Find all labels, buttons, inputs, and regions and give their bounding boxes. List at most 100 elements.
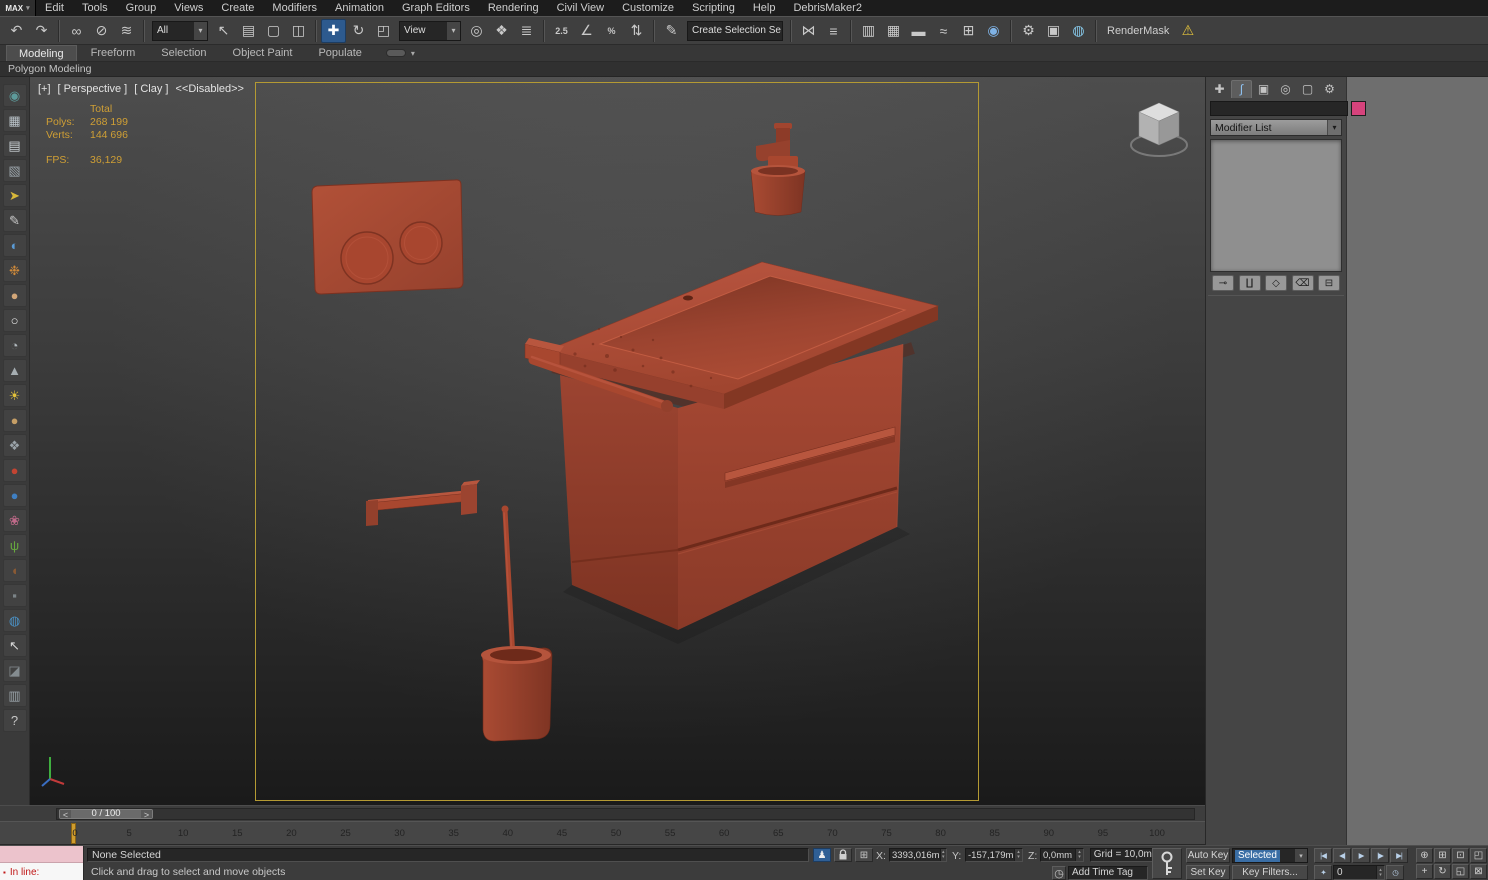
frame-spinner[interactable]: ▴ ▾ bbox=[1376, 866, 1384, 879]
rendered-frame-window-button[interactable]: ▣ bbox=[1041, 19, 1066, 43]
track-bar[interactable]: 0510152025303540455055606570758085909510… bbox=[0, 821, 1205, 845]
reference-coordinate-dropdown[interactable]: View▾ bbox=[399, 21, 461, 41]
tool-flower[interactable]: ❀ bbox=[3, 509, 27, 532]
zoom-button[interactable]: ⊕ bbox=[1416, 848, 1433, 863]
tab-utilities[interactable]: ⚙ bbox=[1319, 80, 1340, 98]
tool-dark-box[interactable]: ▪ bbox=[3, 584, 27, 607]
select-and-link-button[interactable]: ∞ bbox=[64, 19, 89, 43]
object-color-swatch[interactable] bbox=[1351, 101, 1366, 116]
zoom-all-button[interactable]: ⊞ bbox=[1434, 848, 1451, 863]
tool-cursor[interactable]: ↖ bbox=[3, 634, 27, 657]
play-button[interactable]: ▶ bbox=[1352, 848, 1370, 863]
curve-editor-button[interactable]: ≈ bbox=[931, 19, 956, 43]
toggle-ribbon-button[interactable]: ▬ bbox=[906, 19, 931, 43]
menu-item-customize[interactable]: Customize bbox=[613, 0, 683, 16]
menu-item-edit[interactable]: Edit bbox=[36, 0, 73, 16]
tool-water[interactable]: ◍ bbox=[3, 609, 27, 632]
select-by-name-button[interactable]: ▤ bbox=[236, 19, 261, 43]
angle-snap-button[interactable]: ∠ bbox=[574, 19, 599, 43]
schematic-view-button[interactable]: ⊞ bbox=[956, 19, 981, 43]
tool-clay-ball[interactable]: ● bbox=[3, 284, 27, 307]
transform-gizmo-toggle-button[interactable]: ⊞ bbox=[855, 848, 873, 862]
time-configuration-button[interactable]: ◷ bbox=[1386, 865, 1404, 880]
listener-line[interactable]: ▪ In line: bbox=[0, 863, 83, 880]
menu-item-graph-editors[interactable]: Graph Editors bbox=[393, 0, 479, 16]
tool-red-ball[interactable]: ● bbox=[3, 459, 27, 482]
tool-layers[interactable]: ▧ bbox=[3, 159, 27, 182]
maximize-viewport-button[interactable]: ⊠ bbox=[1470, 864, 1487, 879]
time-tag-clock-icon[interactable]: ◷ bbox=[1052, 866, 1066, 880]
tool-key[interactable]: ➤ bbox=[3, 184, 27, 207]
make-unique-button[interactable]: ◇ bbox=[1265, 275, 1287, 291]
z-coordinate-field[interactable]: 0,0mm ▴ ▾ bbox=[1040, 848, 1084, 862]
material-editor-button[interactable]: ◉ bbox=[981, 19, 1006, 43]
align-button[interactable]: ≡ bbox=[821, 19, 846, 43]
reference-coordinate-dropdown-arrow-icon[interactable]: ▾ bbox=[447, 22, 460, 40]
menu-item-scripting[interactable]: Scripting bbox=[683, 0, 744, 16]
x-spinner[interactable]: ▴ ▾ bbox=[940, 849, 946, 861]
tool-help[interactable]: ? bbox=[3, 709, 27, 732]
tab-modify[interactable]: ∫ bbox=[1231, 80, 1252, 98]
menu-item-views[interactable]: Views bbox=[165, 0, 212, 16]
toilet-brush-object[interactable] bbox=[481, 506, 552, 742]
unlink-selection-button[interactable]: ⊘ bbox=[89, 19, 114, 43]
selection-filter-dropdown[interactable]: All▾ bbox=[152, 21, 208, 41]
key-mode-toggle-button[interactable]: ✦ bbox=[1314, 865, 1332, 880]
menu-item-group[interactable]: Group bbox=[117, 0, 166, 16]
application-menu-button[interactable]: MAX ▾ bbox=[0, 0, 36, 16]
menu-item-create[interactable]: Create bbox=[212, 0, 263, 16]
x-coordinate-field[interactable]: 3393,016m ▴ ▾ bbox=[889, 848, 947, 862]
viewport-menu-view[interactable]: [ Perspective ] bbox=[58, 83, 128, 95]
tool-tan-ball[interactable]: ● bbox=[3, 409, 27, 432]
spinner-snap-button[interactable]: ⇅ bbox=[624, 19, 649, 43]
auto-key-button[interactable]: Auto Key bbox=[1186, 848, 1230, 863]
render-setup-button[interactable]: ⚙ bbox=[1016, 19, 1041, 43]
zoom-extents-button[interactable]: ⊡ bbox=[1452, 848, 1469, 863]
previous-key-arrow[interactable]: < bbox=[60, 810, 71, 818]
set-keys-button[interactable] bbox=[1152, 848, 1182, 879]
tool-shadow-box[interactable]: ◪ bbox=[3, 659, 27, 682]
selection-lock-button[interactable] bbox=[834, 848, 852, 862]
y-coordinate-field[interactable]: -157,179m ▴ ▾ bbox=[965, 848, 1023, 862]
selection-status-field[interactable]: None Selected bbox=[87, 848, 809, 862]
time-slider-track[interactable]: < 0 / 100 > bbox=[56, 808, 1195, 820]
menu-item-rendering[interactable]: Rendering bbox=[479, 0, 548, 16]
tool-lattice[interactable]: ❖ bbox=[3, 434, 27, 457]
menu-item-help[interactable]: Help bbox=[744, 0, 785, 16]
remove-modifier-button[interactable]: ⌫ bbox=[1292, 275, 1314, 291]
viewport-3d-scene[interactable] bbox=[255, 82, 979, 801]
modifier-list-dropdown[interactable]: Modifier List ▾ bbox=[1210, 119, 1342, 136]
next-key-arrow[interactable]: > bbox=[141, 810, 152, 818]
tool-blue-ball[interactable]: ● bbox=[3, 484, 27, 507]
select-and-scale-button[interactable]: ◰ bbox=[371, 19, 396, 43]
menu-item-modifiers[interactable]: Modifiers bbox=[263, 0, 326, 16]
ribbon-tab-selection[interactable]: Selection bbox=[149, 45, 218, 61]
tool-panel[interactable]: ▦ bbox=[3, 109, 27, 132]
tool-sphere-blue[interactable]: ◐ bbox=[3, 234, 27, 257]
tool-grass[interactable]: ψ bbox=[3, 534, 27, 557]
ribbon-tab-populate[interactable]: Populate bbox=[306, 45, 373, 61]
render-production-button[interactable]: ◍ bbox=[1066, 19, 1091, 43]
tool-wood[interactable]: ◖ bbox=[3, 559, 27, 582]
undo-button[interactable]: ↶ bbox=[4, 19, 29, 43]
macro-recorder-line[interactable] bbox=[0, 846, 83, 863]
perspective-viewport[interactable]: [+] [ Perspective ] [ Clay ] <<Disabled>… bbox=[30, 77, 1205, 805]
select-and-move-button[interactable]: ✚ bbox=[321, 19, 346, 43]
tool-sphere-gray[interactable]: ◔ bbox=[3, 334, 27, 357]
current-frame-field[interactable]: 0 ▴ ▾ bbox=[1333, 865, 1385, 880]
object-name-input[interactable] bbox=[1210, 101, 1348, 116]
menu-item-debrismaker2[interactable]: DebrisMaker2 bbox=[784, 0, 870, 16]
go-to-end-button[interactable]: ▶| bbox=[1390, 848, 1408, 863]
keyboard-override-button[interactable]: ≣ bbox=[514, 19, 539, 43]
tool-cone[interactable]: ▲ bbox=[3, 359, 27, 382]
menu-item-civil-view[interactable]: Civil View bbox=[548, 0, 613, 16]
viewport-menu-plus[interactable]: [+] bbox=[38, 83, 51, 95]
isolate-selection-button[interactable]: ♟ bbox=[813, 848, 831, 862]
percent-snap-button[interactable]: % bbox=[599, 19, 624, 43]
z-spinner[interactable]: ▴ ▾ bbox=[1075, 849, 1083, 861]
y-spinner[interactable]: ▴ ▾ bbox=[1014, 849, 1022, 861]
toggle-scene-explorer-button[interactable]: ▥ bbox=[856, 19, 881, 43]
ribbon-panel-strip[interactable]: Polygon Modeling bbox=[0, 62, 1488, 77]
snaps-toggle-button[interactable]: 2.5 bbox=[549, 19, 574, 43]
orbit-button[interactable]: ↻ bbox=[1434, 864, 1451, 879]
